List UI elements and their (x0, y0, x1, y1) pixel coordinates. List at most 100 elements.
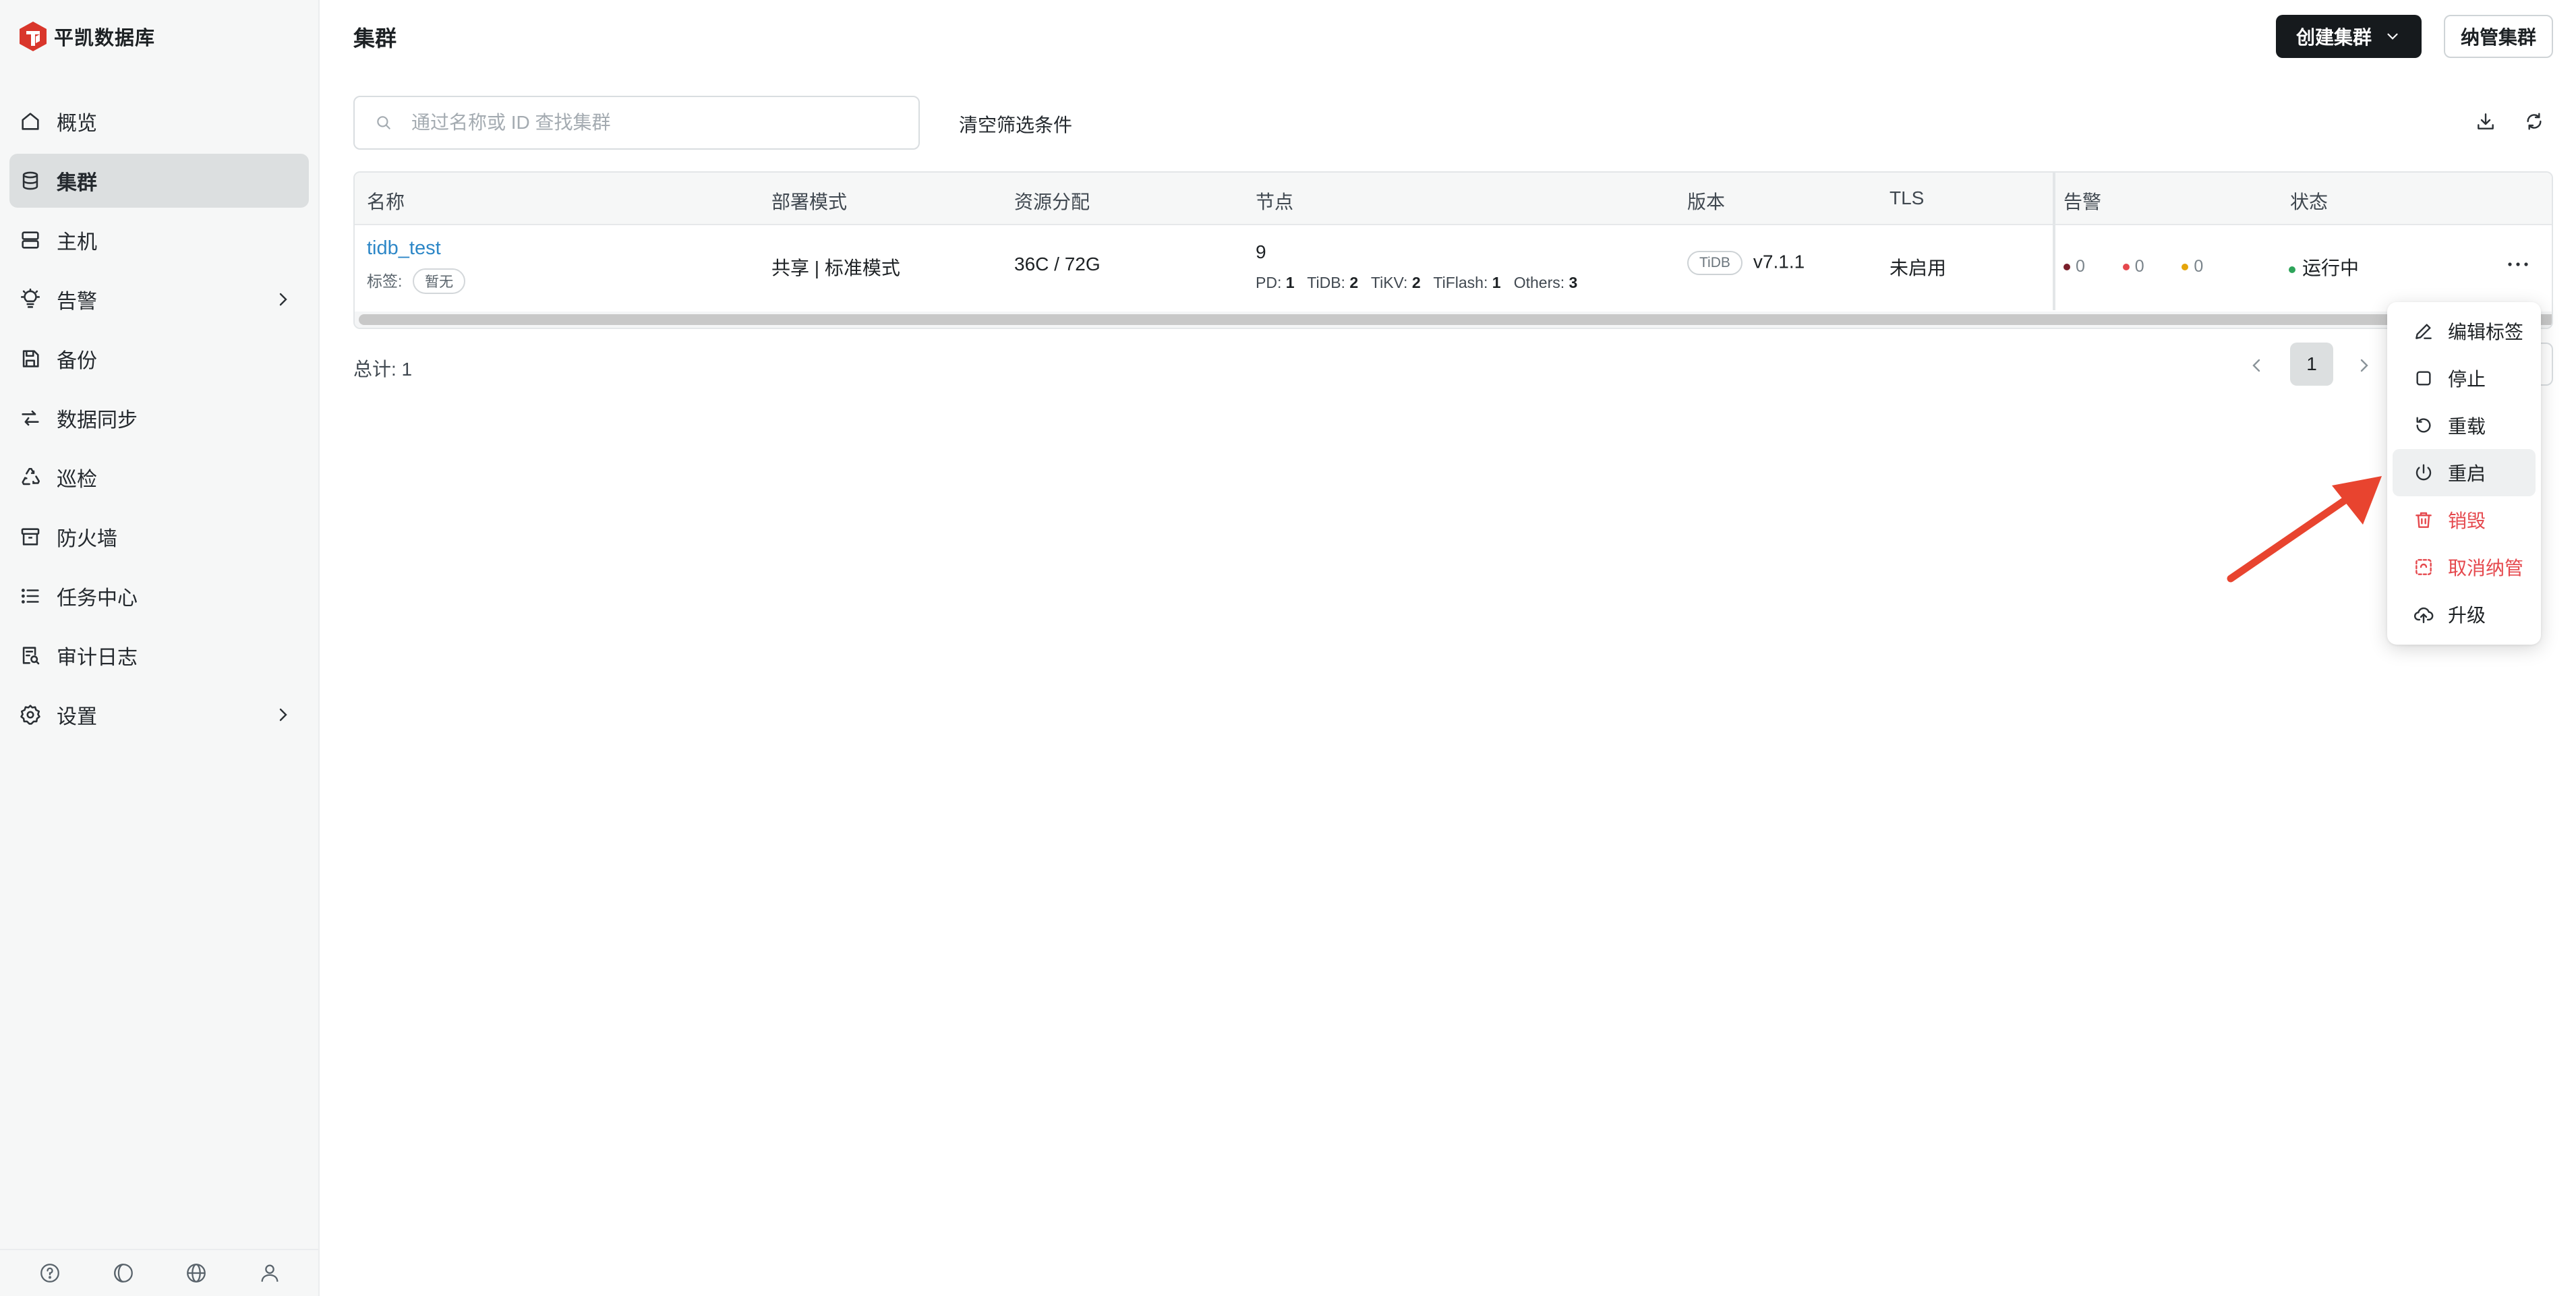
alert-counts: 0 0 0 (2063, 255, 2203, 276)
theme-icon[interactable] (112, 1262, 135, 1285)
menu-item-edit-tags[interactable]: 编辑标签 (2393, 307, 2536, 355)
user-icon[interactable] (258, 1262, 281, 1285)
table-header: 名称 部署模式 资源分配 节点 版本 TLS 告警 状态 (355, 173, 2552, 225)
column-header-version: 版本 (1687, 192, 1726, 212)
sidebar-item-firewall[interactable]: 防火墙 (9, 510, 309, 564)
menu-item-restart[interactable]: 重启 (2393, 449, 2536, 496)
sidebar-item-label: 任务中心 (57, 587, 138, 610)
sidebar-item-label: 审计日志 (57, 647, 138, 669)
sidebar-item-inspection[interactable]: 巡检 (9, 450, 309, 504)
help-icon[interactable] (38, 1262, 61, 1285)
menu-item-stop[interactable]: 停止 (2393, 355, 2536, 402)
alert-dot-icon (2122, 263, 2130, 270)
search-input[interactable] (411, 112, 883, 134)
cluster-table: 名称 部署模式 资源分配 节点 版本 TLS 告警 状态 tidb_test 标… (353, 171, 2553, 329)
column-header-nodes: 节点 (1256, 192, 1294, 212)
globe-icon[interactable] (185, 1262, 208, 1285)
reload-icon (2413, 415, 2434, 436)
sidebar-item-alerts[interactable]: 告警 (9, 272, 309, 326)
chevron-right-icon[interactable] (2353, 355, 2375, 376)
fixed-column-divider (2053, 173, 2055, 310)
annotation-arrow-icon (2227, 476, 2382, 583)
server-icon (19, 229, 42, 252)
menu-item-upgrade[interactable]: 升级 (2393, 591, 2536, 638)
tls-status: 未启用 (1890, 258, 1947, 278)
tag-label: 标签: (367, 272, 403, 290)
cluster-name-link[interactable]: tidb_test (367, 237, 441, 259)
column-header-resources: 资源分配 (1014, 192, 1090, 212)
search-box[interactable] (353, 96, 920, 150)
sidebar-item-task-center[interactable]: 任务中心 (9, 569, 309, 623)
menu-item-label: 编辑标签 (2448, 322, 2524, 343)
chevron-down-icon (2387, 33, 2398, 40)
manage-cluster-button[interactable]: 纳管集群 (2444, 15, 2553, 58)
database-icon (19, 169, 42, 192)
more-actions-icon[interactable] (2505, 256, 2531, 272)
node-count: 1 (1285, 274, 1295, 291)
download-icon[interactable] (2475, 111, 2496, 132)
column-header-status: 状态 (2290, 192, 2329, 212)
sidebar-item-label: 数据同步 (57, 409, 138, 432)
column-header-name: 名称 (367, 192, 405, 212)
unmanage-icon (2413, 556, 2434, 578)
audit-log-icon (19, 644, 42, 667)
archive-icon (19, 525, 42, 548)
sidebar-item-data-sync[interactable]: 数据同步 (9, 391, 309, 445)
cluster-status: 运行中 (2289, 254, 2359, 281)
power-icon (2413, 462, 2434, 483)
page-button-current[interactable]: 1 (2290, 343, 2333, 386)
menu-item-label: 停止 (2448, 369, 2486, 390)
total-count: 总计: 1 (353, 359, 413, 380)
brand-logo-icon (20, 22, 47, 51)
sidebar-item-overview[interactable]: 概览 (9, 94, 309, 148)
refresh-icon[interactable] (2523, 111, 2545, 132)
sidebar-item-audit-log[interactable]: 审计日志 (9, 628, 309, 682)
recycle-icon (19, 466, 42, 489)
brand-name: 平凯数据库 (54, 28, 156, 49)
chevron-right-icon (279, 708, 287, 721)
sidebar-item-hosts[interactable]: 主机 (9, 213, 309, 267)
cloud-upload-icon (2413, 603, 2434, 625)
sidebar-item-label: 设置 (57, 706, 97, 728)
cluster-tags: 标签: 暂无 (367, 268, 466, 294)
horizontal-scrollbar-thumb[interactable] (359, 314, 2552, 325)
tag-badge: 暂无 (413, 268, 466, 294)
gear-icon (19, 703, 42, 726)
version-cell: TiDB v7.1.1 (1687, 251, 1805, 275)
sidebar-item-settings[interactable]: 设置 (9, 688, 309, 742)
clear-filters-button[interactable]: 清空筛选条件 (959, 111, 1072, 138)
alert-dot-icon (2063, 263, 2070, 270)
trash-icon (2413, 509, 2434, 531)
version-type-badge: TiDB (1687, 251, 1743, 275)
menu-item-reload[interactable]: 重载 (2393, 402, 2536, 449)
sidebar-item-label: 巡检 (57, 469, 97, 491)
status-text: 运行中 (2302, 258, 2360, 278)
sidebar-item-backup[interactable]: 备份 (9, 332, 309, 386)
sidebar-item-clusters[interactable]: 集群 (9, 154, 309, 208)
column-header-deploy: 部署模式 (771, 192, 848, 212)
sidebar-item-label: 防火墙 (57, 528, 117, 550)
column-header-tls: TLS (1890, 187, 1925, 208)
pencil-icon (2413, 320, 2434, 342)
sidebar-item-label: 集群 (57, 172, 97, 194)
sidebar-item-label: 告警 (57, 291, 97, 313)
chevron-left-icon[interactable] (2246, 355, 2267, 376)
sidebar-nav: 概览 集群 主机 告警 备份 数据同步 巡检 防火墙 任务中心 审计日志 设置 (9, 94, 309, 747)
menu-item-destroy[interactable]: 销毁 (2393, 496, 2536, 543)
home-icon (19, 110, 42, 133)
table-row[interactable]: tidb_test 标签: 暂无 共享 | 标准模式 36C / 72G 9 P… (355, 227, 2552, 310)
alert-critical: 0 (2063, 255, 2085, 276)
node-total: 9 (1256, 241, 1266, 262)
node-count: 2 (1349, 274, 1359, 291)
resource-allocation: 36C / 72G (1014, 254, 1101, 274)
chevron-right-icon (279, 293, 287, 306)
menu-item-unmanage[interactable]: 取消纳管 (2393, 543, 2536, 591)
menu-item-label: 销毁 (2448, 510, 2486, 531)
menu-item-label: 重载 (2448, 416, 2486, 437)
brand[interactable]: 平凯数据库 (18, 20, 155, 53)
menu-item-label: 重启 (2448, 463, 2486, 484)
create-cluster-button[interactable]: 创建集群 (2276, 15, 2422, 58)
version-number: v7.1.1 (1753, 251, 1805, 272)
row-action-menu: 编辑标签 停止 重载 重启 销毁 取消纳管 升级 (2387, 302, 2541, 645)
menu-item-label: 取消纳管 (2448, 558, 2524, 579)
